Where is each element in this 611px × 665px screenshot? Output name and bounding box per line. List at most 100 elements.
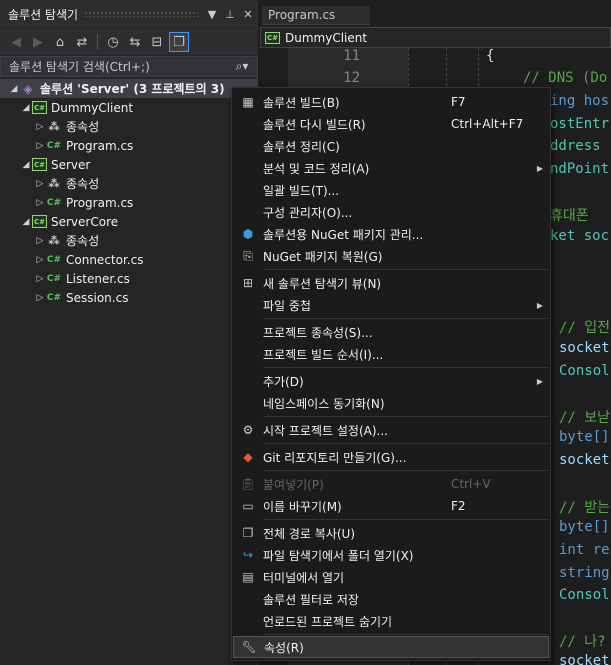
menu-item-restore-nuget[interactable]: ⎘ NuGet 패키지 복원(G) bbox=[233, 245, 549, 267]
tab-program-cs[interactable]: Program.cs bbox=[262, 6, 370, 25]
menu-item-label: 이름 바꾸기(M) bbox=[263, 499, 342, 514]
menu-item-analyze-cleanup[interactable]: 분석 및 코드 정리(A) ▶ bbox=[233, 157, 549, 179]
menu-item-label: 전체 경로 복사(U) bbox=[263, 526, 356, 541]
tree-item-file[interactable]: ▷ C# Program.cs bbox=[0, 193, 258, 212]
tree-item-label: Server bbox=[51, 157, 91, 172]
titlebar-grip[interactable] bbox=[84, 11, 198, 17]
collapsed-arrow-icon[interactable]: ▷ bbox=[34, 274, 46, 284]
tree-item-file[interactable]: ▷ C# Program.cs bbox=[0, 136, 258, 155]
menu-item-save-solution-filter[interactable]: 솔루션 필터로 저장 bbox=[233, 588, 549, 610]
menu-item-label: 붙여넣기(P) bbox=[263, 477, 324, 492]
code-line: string bbox=[559, 565, 610, 581]
solution-explorer-search[interactable]: 솔루션 탐색기 검색(Ctrl+;) ⌕▾ bbox=[0, 56, 258, 77]
menu-item-open-in-terminal[interactable]: ▤ 터미널에서 열기 bbox=[233, 566, 549, 588]
tree-item-file[interactable]: ▷ C# Connector.cs bbox=[0, 250, 258, 269]
collapsed-arrow-icon[interactable]: ▷ bbox=[34, 179, 46, 189]
collapsed-arrow-icon[interactable]: ▷ bbox=[34, 255, 46, 265]
tree-item-file[interactable]: ▷ C# Listener.cs bbox=[0, 269, 258, 288]
collapsed-arrow-icon[interactable]: ▷ bbox=[34, 141, 46, 151]
menu-separator bbox=[263, 634, 548, 635]
menu-item-label: 시작 프로젝트 설정(A)... bbox=[263, 423, 388, 438]
menu-item-label: 파일 중첩 bbox=[263, 298, 311, 313]
forward-icon[interactable]: ▶ bbox=[28, 32, 48, 52]
close-icon[interactable]: ✕ bbox=[240, 8, 256, 21]
menu-item-batch-build[interactable]: 일괄 빌드(T)... bbox=[233, 179, 549, 201]
sync-with-active-document-icon[interactable]: ⇆ bbox=[125, 32, 145, 52]
menu-item-configuration-manager[interactable]: 구성 관리자(O)... bbox=[233, 201, 549, 223]
expanded-arrow-icon[interactable]: ◢ bbox=[20, 103, 32, 113]
menu-item-shortcut: F7 bbox=[451, 95, 466, 109]
tab-label: Program.cs bbox=[268, 8, 336, 22]
menu-item-build-solution[interactable]: ▦ 솔루션 빌드(B) F7 bbox=[233, 91, 549, 113]
expanded-arrow-icon[interactable]: ◢ bbox=[20, 217, 32, 227]
tree-item-project[interactable]: ◢ C# DummyClient bbox=[0, 98, 258, 117]
menu-item-clean-solution[interactable]: 솔루션 정리(C) bbox=[233, 135, 549, 157]
tree-item-project[interactable]: ◢ C# Server bbox=[0, 155, 258, 174]
csharp-project-icon: C# bbox=[32, 215, 47, 228]
menu-item-label: 구성 관리자(O)... bbox=[263, 205, 353, 220]
menu-item-label: NuGet 패키지 복원(G) bbox=[263, 249, 383, 264]
collapse-all-icon[interactable]: ⊟ bbox=[147, 32, 167, 52]
menu-item-set-startup-projects[interactable]: ⚙ 시작 프로젝트 설정(A)... bbox=[233, 419, 549, 441]
tree-item-dependencies[interactable]: ▷ ⁂ 종속성 bbox=[0, 231, 258, 250]
menu-item-label: 속성(R) bbox=[264, 640, 304, 655]
menu-item-properties[interactable]: 🔧︎ 속성(R) bbox=[233, 636, 549, 658]
back-icon[interactable]: ◀ bbox=[6, 32, 26, 52]
tree-item-project[interactable]: ◢ C# ServerCore bbox=[0, 212, 258, 231]
menu-item-paste[interactable]: 📋︎ 붙여넣기(P) Ctrl+V bbox=[233, 473, 549, 495]
menu-item-label: 언로드된 프로젝트 숨기기 bbox=[263, 614, 393, 629]
code-line: ket soc bbox=[550, 228, 610, 244]
code-line: ing hos bbox=[550, 93, 610, 109]
nav-project-label: DummyClient bbox=[285, 30, 368, 45]
code-line: byte[] bbox=[559, 519, 610, 535]
home-icon[interactable]: ⌂ bbox=[50, 32, 70, 52]
expanded-arrow-icon[interactable]: ◢ bbox=[8, 84, 20, 94]
expanded-arrow-icon[interactable]: ◢ bbox=[20, 160, 32, 170]
open-folder-icon: ↪ bbox=[242, 548, 254, 562]
pending-changes-filter-icon[interactable]: ◷ bbox=[103, 32, 123, 52]
code-line: socket bbox=[559, 340, 610, 356]
menu-item-file-nesting[interactable]: 파일 중첩 ▶ bbox=[233, 294, 549, 316]
menu-item-manage-nuget[interactable]: ⬢ 솔루션용 NuGet 패키지 관리... bbox=[233, 223, 549, 245]
collapsed-arrow-icon[interactable]: ▷ bbox=[34, 236, 46, 246]
menu-item-icon-slot bbox=[233, 179, 263, 201]
menu-item-open-in-file-explorer[interactable]: ↪ 파일 탐색기에서 폴더 열기(X) bbox=[233, 544, 549, 566]
menu-separator bbox=[263, 443, 548, 444]
menu-item-project-dependencies[interactable]: 프로젝트 종속성(S)... bbox=[233, 321, 549, 343]
menu-item-label: 솔루션 빌드(B) bbox=[263, 95, 340, 110]
menu-item-icon-slot bbox=[233, 343, 263, 365]
code-line: ddress bbox=[550, 138, 601, 154]
collapsed-arrow-icon[interactable]: ▷ bbox=[34, 122, 46, 132]
window-position-dropdown-icon[interactable]: ▼ bbox=[204, 8, 220, 21]
solution-context-menu: ▦ 솔루션 빌드(B) F7 솔루션 다시 빌드(R) Ctrl+Alt+F7 … bbox=[231, 87, 551, 661]
tree-item-label: 종속성 bbox=[66, 234, 100, 248]
code-line: 휴대폰 bbox=[550, 208, 589, 224]
tree-item-dependencies[interactable]: ▷ ⁂ 종속성 bbox=[0, 174, 258, 193]
menu-item-sync-namespaces[interactable]: 네임스페이스 동기화(N) bbox=[233, 392, 549, 414]
solution-explorer-titlebar: 솔루션 탐색기 ▼ ⊥ ✕ bbox=[0, 0, 258, 28]
menu-item-create-git-repo[interactable]: ◆ Git 리포지토리 만들기(G)... bbox=[233, 446, 549, 468]
menu-item-copy-full-path[interactable]: ❐ 전체 경로 복사(U) bbox=[233, 522, 549, 544]
code-line: socket bbox=[559, 653, 610, 665]
tree-item-label: Session.cs bbox=[66, 290, 129, 305]
pin-icon[interactable]: ⊥ bbox=[222, 8, 238, 21]
menu-item-project-build-order[interactable]: 프로젝트 빌드 순서(I)... bbox=[233, 343, 549, 365]
tree-item-solution[interactable]: ◢ ◈ 솔루션 'Server' (3 프로젝트의 3) bbox=[0, 79, 258, 98]
menu-item-add[interactable]: 추가(D) ▶ bbox=[233, 370, 549, 392]
collapsed-arrow-icon[interactable]: ▷ bbox=[34, 293, 46, 303]
menu-item-rebuild-solution[interactable]: 솔루션 다시 빌드(R) Ctrl+Alt+F7 bbox=[233, 113, 549, 135]
switch-views-icon[interactable]: ⇄ bbox=[72, 32, 92, 52]
dependencies-icon: ⁂ bbox=[48, 120, 60, 133]
solution-explorer-panel: 솔루션 탐색기 ▼ ⊥ ✕ ◀ ▶ ⌂ ⇄ ◷ ⇆ ⊟ ❐ 솔루션 탐색기 검색… bbox=[0, 0, 258, 665]
project-navigation-dropdown[interactable]: C# DummyClient bbox=[260, 27, 611, 48]
search-icon[interactable]: ⌕▾ bbox=[227, 59, 257, 74]
menu-item-label: Git 리포지토리 만들기(G)... bbox=[263, 450, 407, 465]
tree-item-dependencies[interactable]: ▷ ⁂ 종속성 bbox=[0, 117, 258, 136]
tree-item-file[interactable]: ▷ C# Session.cs bbox=[0, 288, 258, 307]
collapsed-arrow-icon[interactable]: ▷ bbox=[34, 198, 46, 208]
menu-item-new-explorer-view[interactable]: ⊞ 새 솔루션 탐색기 뷰(N) bbox=[233, 272, 549, 294]
menu-item-hide-unloaded-projects[interactable]: 언로드된 프로젝트 숨기기 bbox=[233, 610, 549, 632]
menu-item-icon-slot bbox=[233, 588, 263, 610]
show-all-files-icon[interactable]: ❐ bbox=[169, 32, 189, 52]
menu-item-rename[interactable]: ▭ 이름 바꾸기(M) F2 bbox=[233, 495, 549, 517]
